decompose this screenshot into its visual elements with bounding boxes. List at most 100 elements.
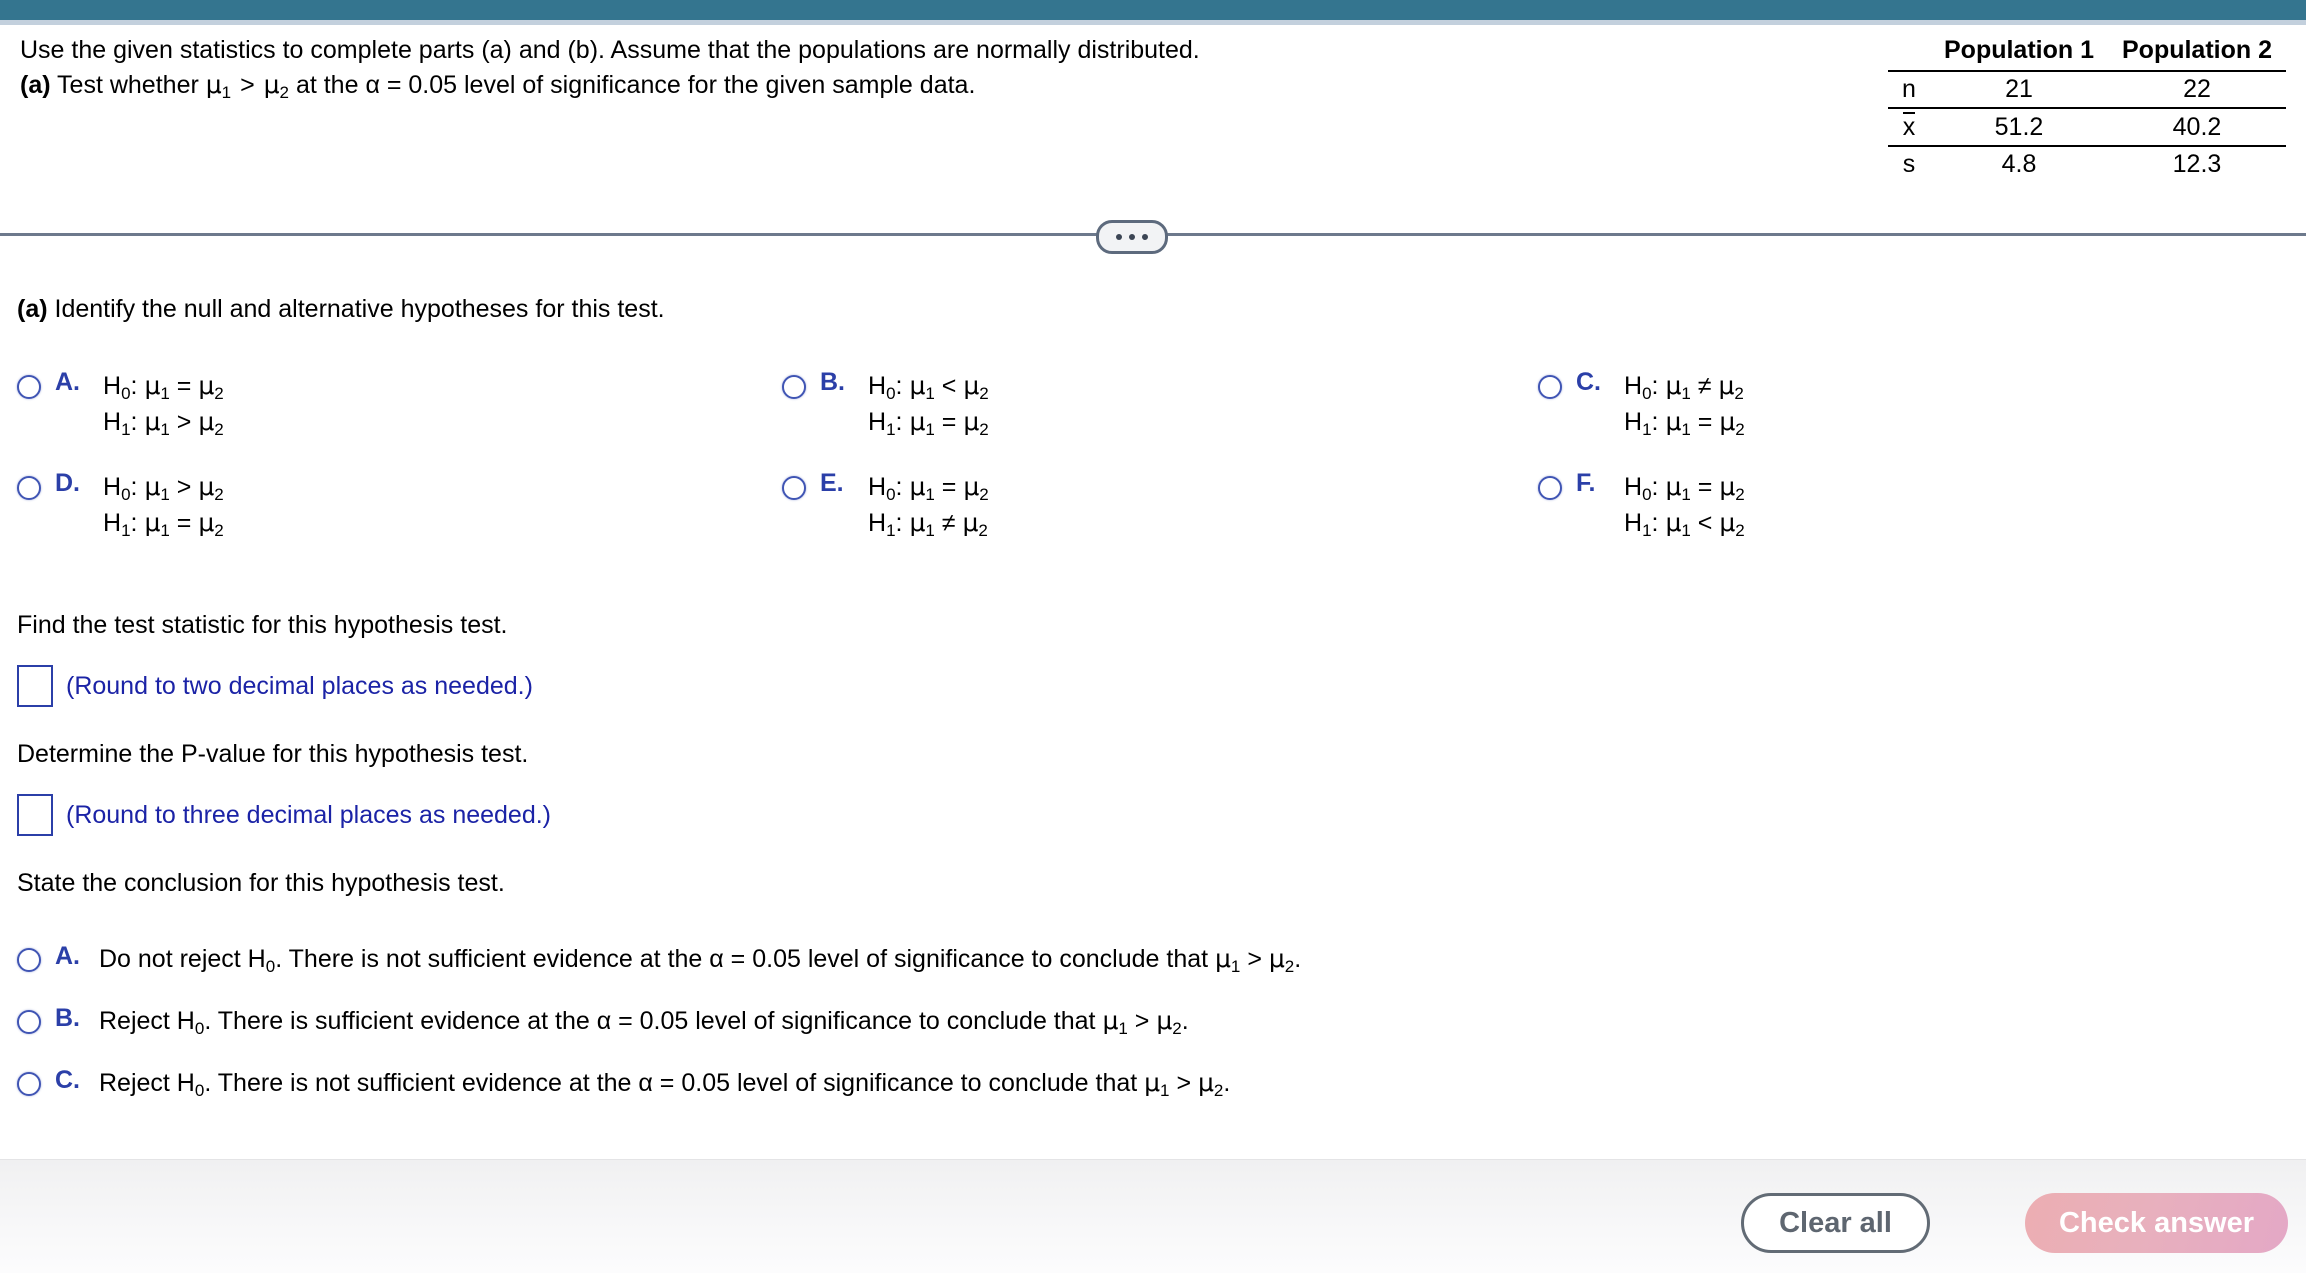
conclusion-letter-c: C. <box>55 1066 80 1094</box>
h0-mu2-sub: 2 <box>979 484 989 504</box>
radio-icon-d[interactable] <box>17 476 41 500</box>
choice-letter-b: B. <box>820 368 845 396</box>
h0-mu2-sub: 2 <box>1735 484 1745 504</box>
h1-mu1: μ <box>144 407 161 436</box>
clear-all-button[interactable]: Clear all <box>1741 1193 1930 1253</box>
conclusion-b-mu2-sub: 2 <box>1172 1018 1182 1038</box>
choice-letter-d: D. <box>55 469 80 497</box>
conclusion-letter-a: A. <box>55 942 80 970</box>
h0-operator: < <box>941 372 957 400</box>
ellipsis-dot-icon <box>1142 234 1148 240</box>
conclusion-choice-a[interactable]: A. Do not reject H0. There is not suffic… <box>17 942 1301 976</box>
expand-ellipsis-button[interactable] <box>1096 220 1168 254</box>
hypothesis-choice-b[interactable]: B. H0: μ1 < μ2 H1: μ1 = μ2 <box>782 368 989 440</box>
row-label-n: n <box>1888 70 1930 108</box>
h0-mu2: μ <box>1718 371 1735 400</box>
h1-mu1-sub: 1 <box>1681 419 1691 439</box>
conclusion-choice-c[interactable]: C. Reject H0. There is not sufficient ev… <box>17 1066 1301 1100</box>
radio-icon-f[interactable] <box>1538 476 1562 500</box>
app-header-bar <box>0 0 2306 20</box>
h0-operator: = <box>1697 473 1713 501</box>
h1-mu1-sub: 1 <box>160 520 170 540</box>
h1-mu1: μ <box>1665 508 1682 537</box>
h1-symbol: H <box>868 509 887 537</box>
stem-mu-2: μ <box>263 70 280 99</box>
h0-operator: > <box>176 473 192 501</box>
h1-mu1-sub: 1 <box>160 419 170 439</box>
hypothesis-c-h0: H0: μ1 ≠ μ2 <box>1624 371 1744 403</box>
stem-line-2-text-a: Test whether <box>50 71 206 99</box>
hypothesis-choice-f[interactable]: F. H0: μ1 = μ2 H1: μ1 < μ2 <box>1538 469 1745 541</box>
hypothesis-d-text: H0: μ1 > μ2 H1: μ1 = μ2 <box>103 469 224 541</box>
cell-xbar-pop1: 51.2 <box>1930 107 2108 146</box>
p-value-hint: (Round to three decimal places as needed… <box>66 800 552 829</box>
choice-letter-a: A. <box>55 368 80 396</box>
radio-icon-c[interactable] <box>1538 375 1562 399</box>
h1-subscript: 1 <box>886 520 896 540</box>
stem-mu-1-sub: 1 <box>221 82 232 102</box>
conclusion-a-h-sub: 0 <box>265 956 276 976</box>
test-statistic-prompt: Find the test statistic for this hypothe… <box>17 611 508 639</box>
conclusion-prompt: State the conclusion for this hypothesis… <box>17 869 505 897</box>
part-a-prompt: (a) Identify the null and alternative hy… <box>17 295 665 324</box>
h0-mu2-sub: 2 <box>214 484 224 504</box>
table-row: x 51.2 40.2 <box>1888 107 2286 146</box>
h0-subscript: 0 <box>121 383 131 403</box>
h0-mu2-sub: 2 <box>1734 383 1744 403</box>
hypothesis-choice-a[interactable]: A. H0: μ1 = μ2 H1: μ1 > μ2 <box>17 368 224 440</box>
conclusion-c-mu2-sub: 2 <box>1213 1080 1224 1100</box>
hypothesis-e-text: H0: μ1 = μ2 H1: μ1 ≠ μ2 <box>868 469 989 541</box>
table-corner-cell <box>1888 36 1930 71</box>
stem-line-1: Use the given statistics to complete par… <box>20 36 1200 64</box>
h1-operator: = <box>176 509 192 537</box>
h1-mu2: μ <box>198 407 215 436</box>
radio-icon-b[interactable] <box>782 375 806 399</box>
check-answer-button[interactable]: Check answer <box>2025 1193 2288 1253</box>
hypothesis-choice-c[interactable]: C. H0: μ1 ≠ μ2 H1: μ1 = μ2 <box>1538 368 1745 440</box>
hypothesis-choice-d[interactable]: D. H0: μ1 > μ2 H1: μ1 = μ2 <box>17 469 224 541</box>
conclusion-choice-b[interactable]: B. Reject H0. There is sufficient eviden… <box>17 1004 1301 1038</box>
test-statistic-input[interactable] <box>17 665 53 707</box>
test-statistic-answer-row: (Round to two decimal places as needed.) <box>17 665 533 707</box>
radio-icon-a[interactable] <box>17 375 41 399</box>
hypothesis-c-text: H0: μ1 ≠ μ2 H1: μ1 = μ2 <box>1624 368 1745 440</box>
table-row: n 21 22 <box>1888 70 2286 108</box>
statistics-table: Population 1 Population 2 n 21 22 x 51.2… <box>1888 36 2286 182</box>
conclusion-text-a: Do not reject H0. There is not sufficien… <box>99 942 1301 976</box>
radio-icon-conclusion-b[interactable] <box>17 1010 41 1034</box>
choice-letter-e: E. <box>820 469 844 497</box>
h1-symbol: H <box>868 408 887 436</box>
h0-subscript: 0 <box>1642 484 1652 504</box>
conclusion-a-end: . <box>1294 945 1302 973</box>
stem-line-2-text-b: at the α = 0.05 level of significance fo… <box>289 71 976 99</box>
xbar-symbol: x <box>1902 112 1916 141</box>
conclusion-a-mu1: μ <box>1215 944 1231 973</box>
h1-mu2: μ <box>962 508 979 537</box>
h1-mu2: μ <box>963 407 980 436</box>
test-statistic-hint: (Round to two decimal places as needed.) <box>66 671 533 700</box>
hypothesis-choice-e[interactable]: E. H0: μ1 = μ2 H1: μ1 ≠ μ2 <box>782 469 989 541</box>
h1-mu2-sub: 2 <box>1735 419 1745 439</box>
stem-line-2: (a) Test whether μ1 > μ2 at the α = 0.05… <box>20 68 1780 102</box>
conclusion-a-mu2: μ <box>1268 944 1285 973</box>
h0-mu1-sub: 1 <box>1681 383 1691 403</box>
conclusion-c-part1: Reject H <box>99 1069 195 1097</box>
h1-mu1: μ <box>909 407 926 436</box>
hypothesis-e-h1: H1: μ1 ≠ μ2 <box>868 508 988 540</box>
conclusion-letter-b: B. <box>55 1004 80 1032</box>
radio-icon-e[interactable] <box>782 476 806 500</box>
conclusion-c-mu2: μ <box>1198 1068 1214 1097</box>
radio-icon-conclusion-a[interactable] <box>17 948 41 972</box>
part-a-label: (a) <box>17 295 48 323</box>
conclusion-c-h-sub: 0 <box>194 1080 205 1100</box>
h0-mu2: μ <box>963 371 980 400</box>
p-value-input[interactable] <box>17 794 53 836</box>
conclusion-c-operator: > <box>1169 1069 1199 1097</box>
table-row: s 4.8 12.3 <box>1888 145 2286 182</box>
p-value-answer-row: (Round to three decimal places as needed… <box>17 794 551 836</box>
h1-mu1-sub: 1 <box>925 419 935 439</box>
h1-mu2-sub: 2 <box>214 419 224 439</box>
hypothesis-b-h1: H1: μ1 = μ2 <box>868 407 989 439</box>
radio-icon-conclusion-c[interactable] <box>17 1072 41 1096</box>
column-header-population-1: Population 1 <box>1944 36 2094 64</box>
